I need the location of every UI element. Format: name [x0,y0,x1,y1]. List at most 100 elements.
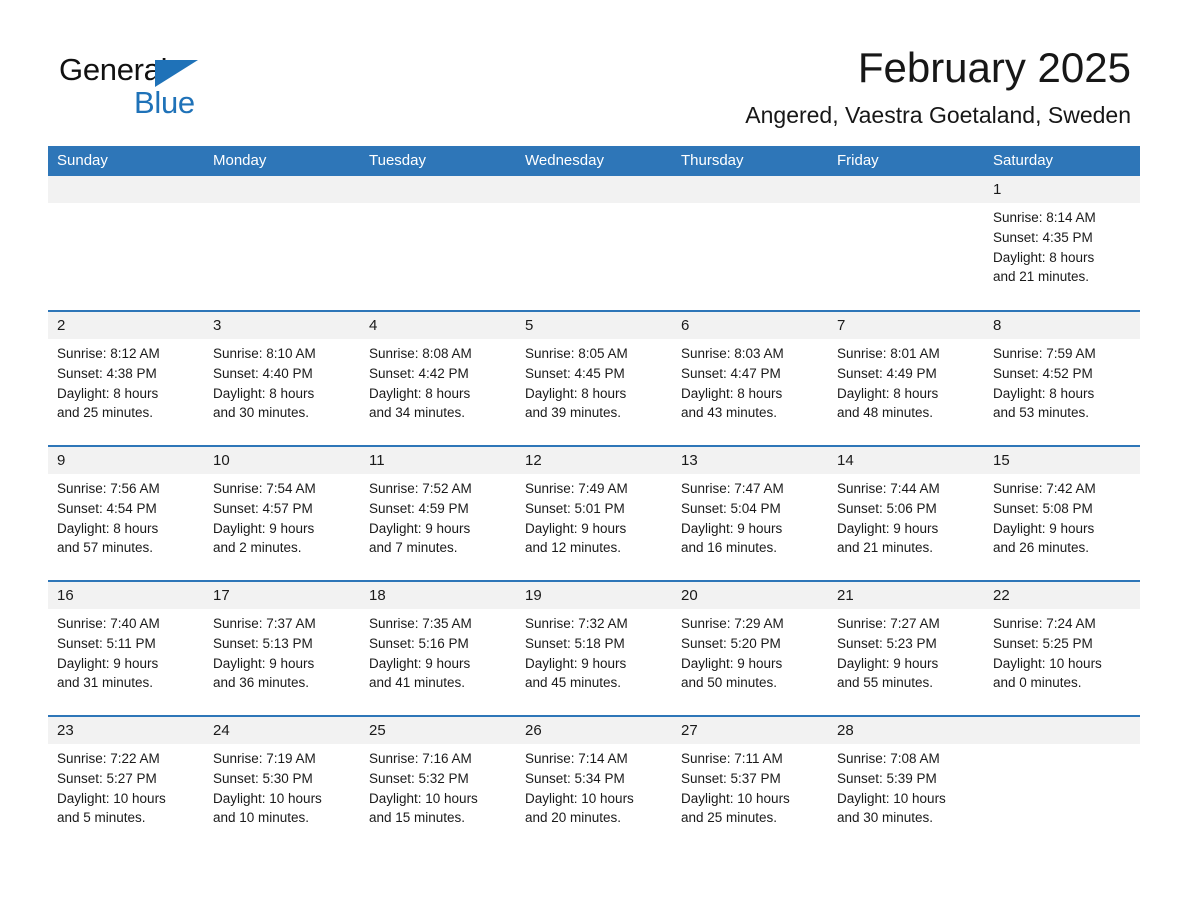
day-details [360,203,516,208]
daylight-text-cont: and 21 minutes. [837,540,934,556]
day-number-band: 23 [48,717,204,745]
calendar-day-cell[interactable]: 27 Sunrise: 7:11 AM Sunset: 5:37 PM Dayligh… [672,717,828,850]
sunrise-text: Sunrise: 7:22 AM [57,751,160,767]
sunset-text: Sunset: 4:40 PM [213,365,313,381]
day-number: 8 [993,317,1002,335]
sunrise-text: Sunrise: 7:08 AM [837,751,940,767]
day-details: Sunrise: 7:29 AM Sunset: 5:20 PM Daylight:… [672,609,828,692]
sunset-text: Sunset: 4:59 PM [369,500,469,516]
sunset-text: Sunset: 5:08 PM [993,500,1093,516]
calendar-weeks: 1 Sunrise: 8:14 AM Sunset: 4:35 PM Daylight… [48,176,1140,850]
day-details: Sunrise: 7:08 AM Sunset: 5:39 PM Daylight:… [828,744,984,827]
sunset-text: Sunset: 5:30 PM [213,770,313,786]
calendar-day-cell[interactable]: 18 Sunrise: 7:35 AM Sunset: 5:16 PM Dayligh… [360,582,516,715]
sunrise-text: Sunrise: 7:59 AM [993,346,1096,362]
generalblue-logo[interactable]: General Blue [57,46,247,124]
calendar-day-cell[interactable]: 10 Sunrise: 7:54 AM Sunset: 4:57 PM Dayligh… [204,447,360,580]
calendar-day-cell[interactable]: 2 Sunrise: 8:12 AM Sunset: 4:38 PM Daylight… [48,312,204,445]
sunset-text: Sunset: 4:47 PM [681,365,781,381]
day-number-band: 1 [984,176,1140,204]
day-number: 28 [837,722,854,740]
sunset-text: Sunset: 5:32 PM [369,770,469,786]
day-number: 20 [681,587,698,605]
day-of-week-header-sunday: Sunday [57,152,108,170]
calendar-day-cell[interactable]: 9 Sunrise: 7:56 AM Sunset: 4:54 PM Daylight… [48,447,204,580]
calendar-day-cell[interactable]: 23 Sunrise: 7:22 AM Sunset: 5:27 PM Dayligh… [48,717,204,850]
calendar-day-cell[interactable]: 6 Sunrise: 8:03 AM Sunset: 4:47 PM Daylight… [672,312,828,445]
calendar-day-cell[interactable]: 20 Sunrise: 7:29 AM Sunset: 5:20 PM Dayligh… [672,582,828,715]
day-number-band: 7 [828,312,984,340]
calendar-day-cell[interactable]: 11 Sunrise: 7:52 AM Sunset: 4:59 PM Dayligh… [360,447,516,580]
day-number-band: 21 [828,582,984,610]
daylight-text: Daylight: 10 hours [525,790,634,806]
calendar-day-cell-empty [516,176,672,310]
day-of-week-header-saturday: Saturday [993,152,1054,170]
calendar-week-row: 9 Sunrise: 7:56 AM Sunset: 4:54 PM Daylight… [48,445,1140,580]
sunset-text: Sunset: 5:18 PM [525,635,625,651]
calendar-day-cell[interactable]: 12 Sunrise: 7:49 AM Sunset: 5:01 PM Dayligh… [516,447,672,580]
daylight-text-cont: and 2 minutes. [213,540,302,556]
calendar-day-cell[interactable]: 24 Sunrise: 7:19 AM Sunset: 5:30 PM Dayligh… [204,717,360,850]
day-of-week-header-monday: Monday [213,152,267,170]
calendar-day-cell[interactable]: 25 Sunrise: 7:16 AM Sunset: 5:32 PM Dayligh… [360,717,516,850]
calendar-day-cell-empty [360,176,516,310]
calendar-day-cell-empty [48,176,204,310]
calendar-day-cell[interactable]: 15 Sunrise: 7:42 AM Sunset: 5:08 PM Dayligh… [984,447,1140,580]
day-number: 11 [369,452,385,470]
calendar-day-cell[interactable]: 13 Sunrise: 7:47 AM Sunset: 5:04 PM Dayligh… [672,447,828,580]
day-details: Sunrise: 8:14 AM Sunset: 4:35 PM Daylight:… [984,203,1140,286]
daylight-text-cont: and 55 minutes. [837,675,934,691]
day-details [984,744,1140,749]
day-number-band: 8 [984,312,1140,340]
calendar-day-cell[interactable]: 4 Sunrise: 8:08 AM Sunset: 4:42 PM Daylight… [360,312,516,445]
day-details: Sunrise: 7:54 AM Sunset: 4:57 PM Daylight:… [204,474,360,557]
day-number-band: 16 [48,582,204,610]
sunrise-text: Sunrise: 8:05 AM [525,346,628,362]
calendar-day-cell[interactable]: 1 Sunrise: 8:14 AM Sunset: 4:35 PM Daylight… [984,176,1140,310]
calendar-day-cell[interactable]: 26 Sunrise: 7:14 AM Sunset: 5:34 PM Dayligh… [516,717,672,850]
day-number-band: 5 [516,312,672,340]
calendar-day-cell[interactable]: 3 Sunrise: 8:10 AM Sunset: 4:40 PM Daylight… [204,312,360,445]
day-number-band: 6 [672,312,828,340]
calendar-day-cell[interactable]: 14 Sunrise: 7:44 AM Sunset: 5:06 PM Dayligh… [828,447,984,580]
sunrise-text: Sunrise: 8:10 AM [213,346,316,362]
daylight-text: Daylight: 9 hours [681,655,783,671]
sunrise-text: Sunrise: 7:54 AM [213,481,316,497]
day-number-band: 20 [672,582,828,610]
day-number-band: 17 [204,582,360,610]
day-number-band: 24 [204,717,360,745]
calendar-day-cell[interactable]: 8 Sunrise: 7:59 AM Sunset: 4:52 PM Daylight… [984,312,1140,445]
calendar-day-cell[interactable]: 22 Sunrise: 7:24 AM Sunset: 5:25 PM Dayligh… [984,582,1140,715]
daylight-text-cont: and 39 minutes. [525,405,622,421]
day-details: Sunrise: 7:52 AM Sunset: 4:59 PM Daylight:… [360,474,516,557]
day-number: 16 [57,587,74,605]
day-number: 6 [681,317,690,335]
calendar-day-cell[interactable]: 28 Sunrise: 7:08 AM Sunset: 5:39 PM Dayligh… [828,717,984,850]
sunset-text: Sunset: 5:11 PM [57,635,156,651]
day-number: 5 [525,317,534,335]
daylight-text: Daylight: 9 hours [213,520,315,536]
day-number: 23 [57,722,74,740]
daylight-text-cont: and 31 minutes. [57,675,154,691]
sunset-text: Sunset: 5:20 PM [681,635,781,651]
calendar-day-cell[interactable]: 7 Sunrise: 8:01 AM Sunset: 4:49 PM Daylight… [828,312,984,445]
calendar-day-cell[interactable]: 5 Sunrise: 8:05 AM Sunset: 4:45 PM Daylight… [516,312,672,445]
calendar-day-cell[interactable]: 21 Sunrise: 7:27 AM Sunset: 5:23 PM Dayligh… [828,582,984,715]
day-details: Sunrise: 8:10 AM Sunset: 4:40 PM Daylight:… [204,339,360,422]
daylight-text: Daylight: 9 hours [525,655,627,671]
day-number-band [984,717,1140,745]
calendar-day-cell[interactable]: 19 Sunrise: 7:32 AM Sunset: 5:18 PM Dayligh… [516,582,672,715]
day-details: Sunrise: 7:16 AM Sunset: 5:32 PM Daylight:… [360,744,516,827]
daylight-text-cont: and 50 minutes. [681,675,778,691]
daylight-text-cont: and 26 minutes. [993,540,1090,556]
sunrise-text: Sunrise: 7:44 AM [837,481,940,497]
daylight-text-cont: and 25 minutes. [681,810,778,826]
sunrise-text: Sunrise: 7:14 AM [525,751,628,767]
calendar-day-cell[interactable]: 16 Sunrise: 7:40 AM Sunset: 5:11 PM Dayligh… [48,582,204,715]
day-number-band: 19 [516,582,672,610]
calendar-day-cell[interactable]: 17 Sunrise: 7:37 AM Sunset: 5:13 PM Dayligh… [204,582,360,715]
page-header: General Blue February 2025 Angered, Vaes… [0,0,1188,128]
sunset-text: Sunset: 4:49 PM [837,365,937,381]
daylight-text: Daylight: 8 hours [993,385,1095,401]
day-number: 26 [525,722,542,740]
